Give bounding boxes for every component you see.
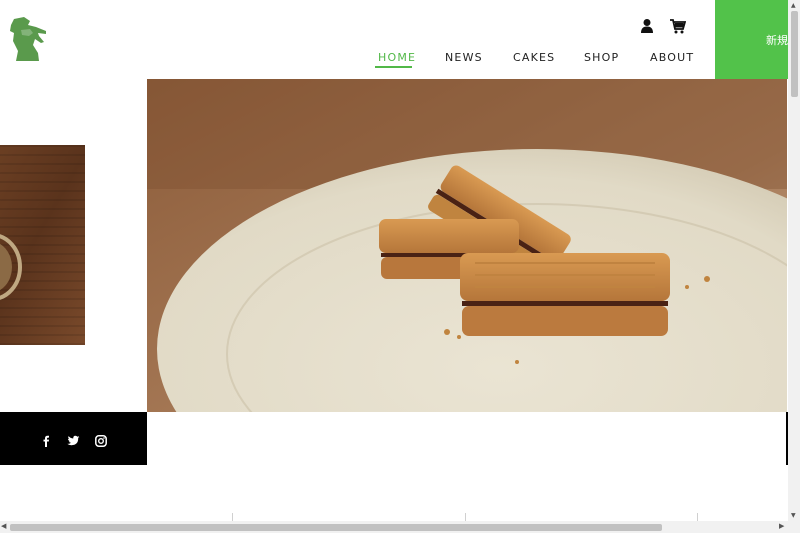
facebook-icon[interactable] [40, 432, 52, 447]
scroll-up-icon[interactable]: ▲ [791, 2, 796, 9]
nav-news[interactable]: NEWS [445, 51, 483, 64]
brand-logo[interactable] [6, 17, 48, 63]
girl-silhouette-logo-icon [10, 17, 46, 61]
nav-home[interactable]: HOME [378, 51, 416, 64]
carousel-side-image[interactable] [0, 145, 85, 345]
twitter-icon[interactable] [67, 432, 80, 446]
instagram-icon[interactable] [95, 432, 107, 447]
nav-about[interactable]: ABOUT [650, 51, 694, 64]
vertical-scrollbar-thumb[interactable] [791, 11, 798, 97]
hero-image [147, 79, 787, 412]
horizontal-scrollbar-thumb[interactable] [10, 524, 662, 531]
register-button[interactable]: 新規登録 [715, 0, 788, 79]
cart-icon[interactable] [669, 18, 687, 34]
nav-active-indicator [375, 66, 412, 68]
register-button-label: 新規登録 [766, 34, 788, 47]
scroll-down-icon[interactable]: ▼ [791, 512, 796, 519]
account-icon[interactable] [639, 18, 655, 34]
scroll-left-icon[interactable]: ◀ [1, 522, 6, 530]
nav-shop[interactable]: SHOP [584, 51, 619, 64]
nav-cakes[interactable]: CAKES [513, 51, 555, 64]
scroll-right-icon[interactable]: ▶ [779, 522, 784, 530]
